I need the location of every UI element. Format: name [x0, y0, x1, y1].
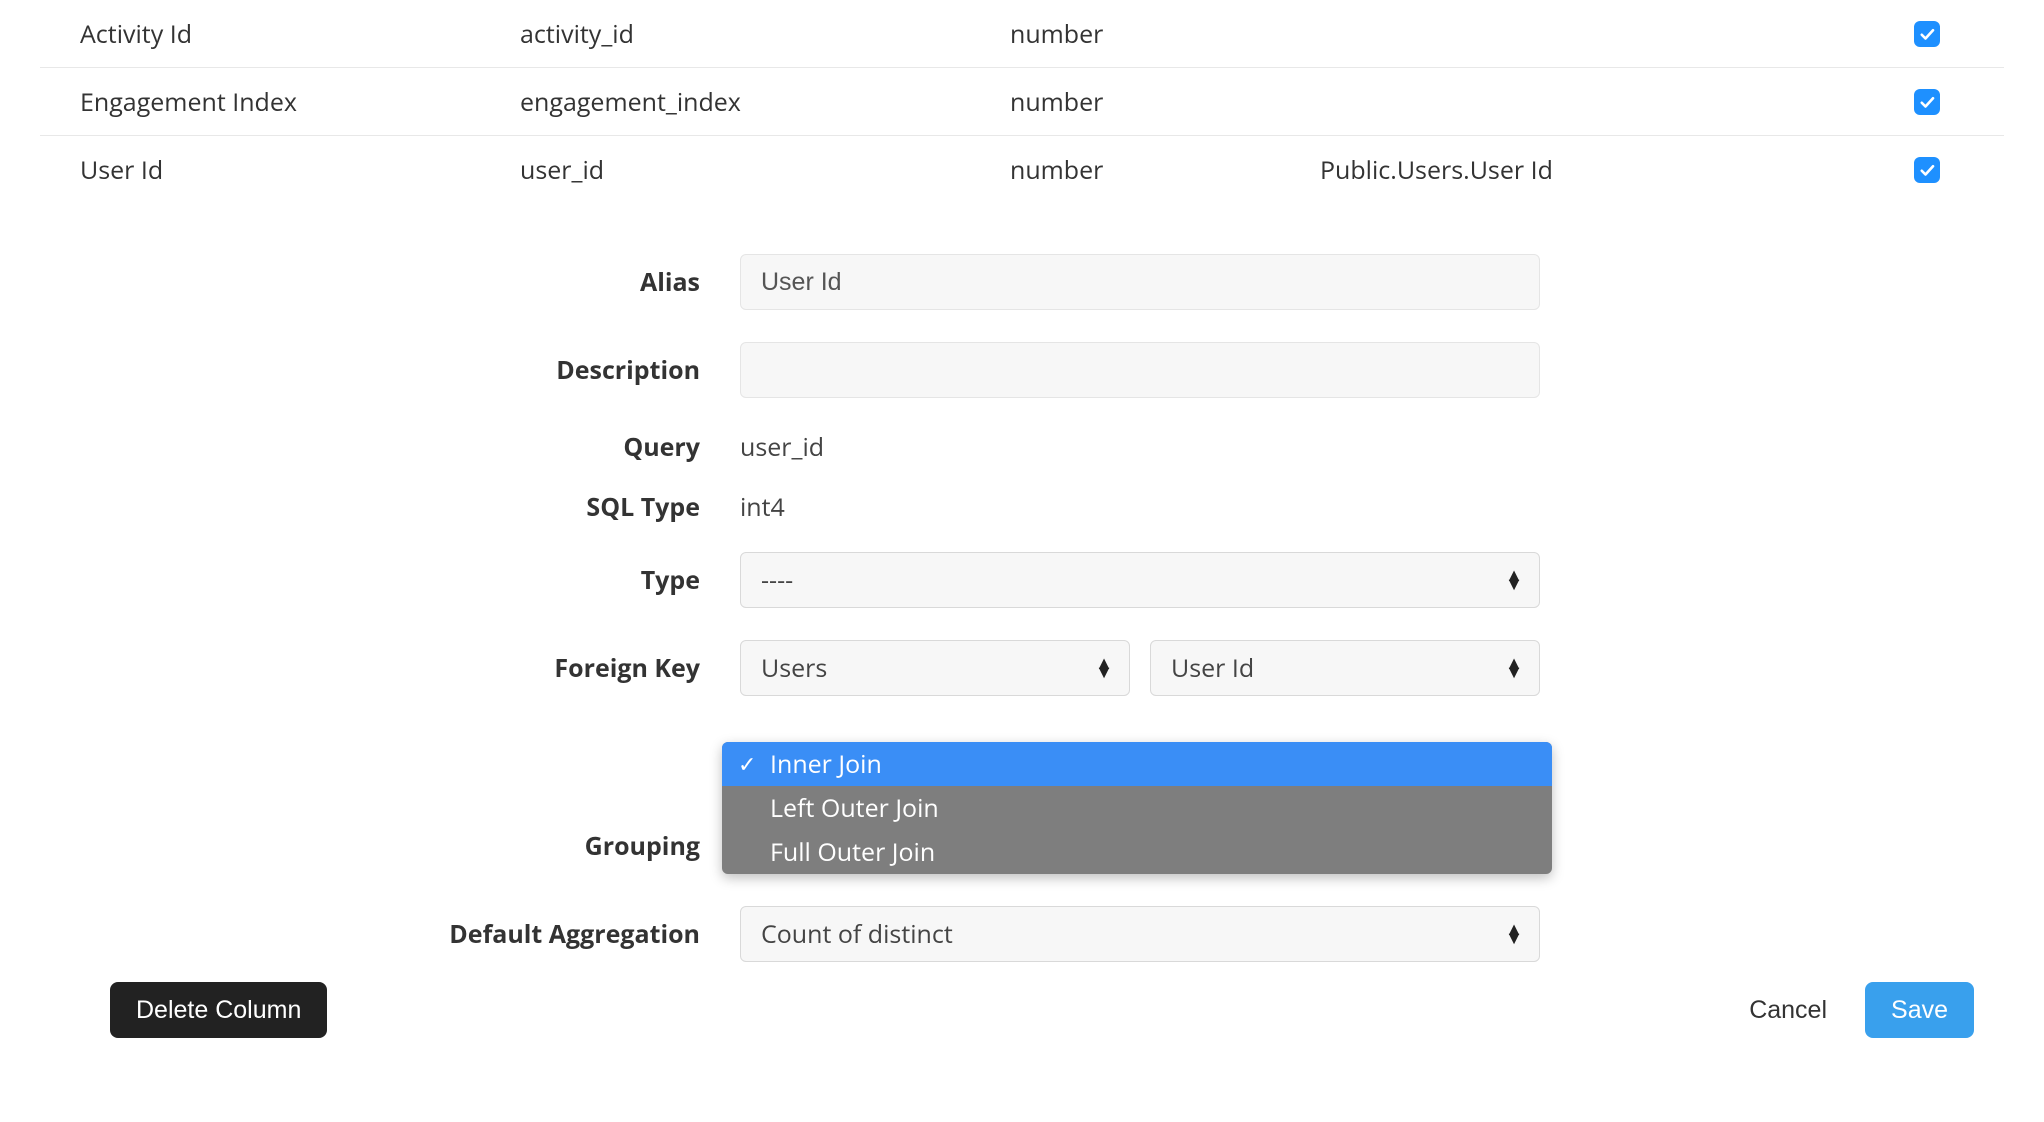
cell-type: number: [1010, 85, 1320, 119]
join-option-full-outer[interactable]: Full Outer Join: [722, 830, 1552, 874]
label-alias: Alias: [40, 265, 740, 299]
column-edit-form: Alias Description Query user_id SQL Type…: [40, 204, 1540, 962]
join-option-left-outer[interactable]: Left Outer Join: [722, 786, 1552, 830]
label-description: Description: [40, 353, 740, 387]
label-query: Query: [40, 430, 740, 464]
table-row[interactable]: Activity Id activity_id number: [40, 0, 2004, 68]
table-row[interactable]: Engagement Index engagement_index number: [40, 68, 2004, 136]
join-type-dropdown[interactable]: Inner Join Left Outer Join Full Outer Jo…: [722, 742, 1552, 874]
fk-column-value: User Id: [1171, 651, 1254, 685]
fk-column-select[interactable]: User Id ▲▼: [1150, 640, 1540, 696]
label-sqltype: SQL Type: [40, 490, 740, 524]
cell-alias: User Id: [40, 153, 520, 187]
description-input[interactable]: [740, 342, 1540, 398]
row-checkbox[interactable]: [1914, 89, 1940, 115]
join-option-inner[interactable]: Inner Join: [722, 742, 1552, 786]
table-row[interactable]: User Id user_id number Public.Users.User…: [40, 136, 2004, 204]
fk-table-value: Users: [761, 651, 827, 685]
type-select[interactable]: ---- ▲▼: [740, 552, 1540, 608]
cell-type: number: [1010, 153, 1320, 187]
label-type: Type: [40, 563, 740, 597]
cell-alias: Engagement Index: [40, 85, 520, 119]
select-arrows-icon: ▲▼: [1505, 571, 1523, 589]
default-aggregation-select[interactable]: Count of distinct ▲▼: [740, 906, 1540, 962]
cell-alias: Activity Id: [40, 17, 520, 51]
cell-column: activity_id: [520, 17, 1010, 51]
row-checkbox[interactable]: [1914, 157, 1940, 183]
alias-input[interactable]: [740, 254, 1540, 310]
form-footer: Delete Column Cancel Save: [40, 982, 2004, 1038]
cell-fk: Public.Users.User Id: [1320, 153, 1850, 187]
default-aggregation-value: Count of distinct: [761, 917, 953, 951]
save-button[interactable]: Save: [1865, 982, 1974, 1038]
sqltype-value: int4: [740, 490, 785, 524]
label-foreign-key: Foreign Key: [40, 651, 740, 685]
cancel-button[interactable]: Cancel: [1723, 982, 1853, 1038]
select-arrows-icon: ▲▼: [1505, 925, 1523, 943]
select-arrows-icon: ▲▼: [1095, 659, 1113, 677]
cell-column: user_id: [520, 153, 1010, 187]
type-select-value: ----: [761, 563, 793, 597]
cell-type: number: [1010, 17, 1320, 51]
fk-table-select[interactable]: Users ▲▼: [740, 640, 1130, 696]
row-checkbox[interactable]: [1914, 21, 1940, 47]
query-value: user_id: [740, 430, 824, 464]
label-default-agg: Default Aggregation: [40, 917, 740, 951]
cell-column: engagement_index: [520, 85, 1010, 119]
label-grouping: Grouping: [40, 829, 740, 863]
columns-table: Activity Id activity_id number Engagemen…: [40, 0, 2004, 204]
select-arrows-icon: ▲▼: [1505, 659, 1523, 677]
delete-column-button[interactable]: Delete Column: [110, 982, 327, 1038]
